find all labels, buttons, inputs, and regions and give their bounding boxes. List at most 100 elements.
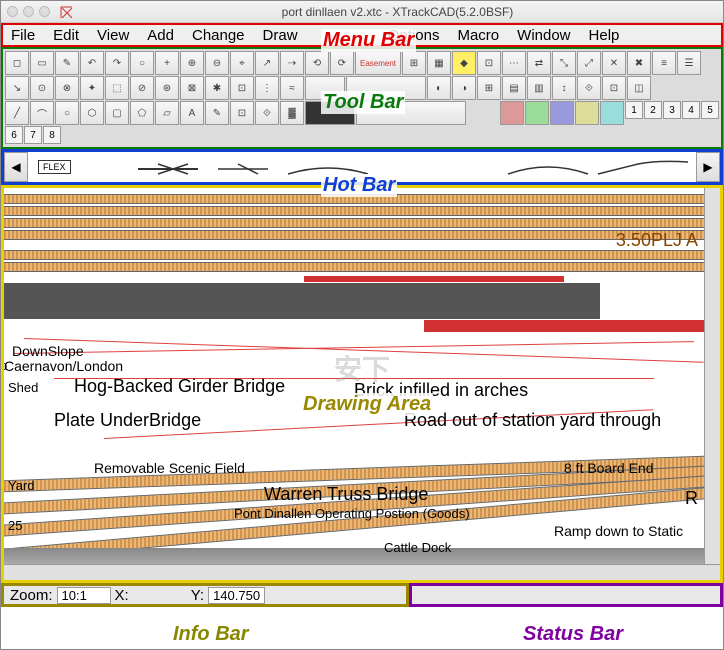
tool-button[interactable]: ▢ <box>105 101 129 125</box>
label-ramp: Ramp down to Static <box>554 523 683 539</box>
tool-button[interactable]: ⌖ <box>230 51 254 75</box>
menu-window[interactable]: Window <box>517 27 570 44</box>
tool-button[interactable]: ⋮ <box>255 76 279 100</box>
tool-button[interactable]: ↕ <box>552 76 576 100</box>
tool-button[interactable]: ⋯ <box>502 51 526 75</box>
tool-button[interactable]: ⟳ <box>330 51 354 75</box>
tool-button[interactable]: ⬠ <box>130 101 154 125</box>
tool-button[interactable]: ◻ <box>5 51 29 75</box>
tool-button[interactable]: ⊘ <box>130 76 154 100</box>
tool-button[interactable]: A <box>180 101 204 125</box>
label-hog: Hog-Backed Girder Bridge <box>74 376 285 397</box>
menu-add[interactable]: Add <box>147 27 174 44</box>
tool-button[interactable]: ☰ <box>677 51 701 75</box>
tool-button[interactable]: ↘ <box>5 76 29 100</box>
layer-2[interactable]: 2 <box>644 101 662 119</box>
tool-button[interactable]: ⤢ <box>577 51 601 75</box>
tool-button[interactable]: ▥ <box>527 76 551 100</box>
tool-button[interactable]: ▓ <box>280 101 304 125</box>
tool-button[interactable]: ⬚ <box>105 76 129 100</box>
tool-button[interactable]: ○ <box>130 51 154 75</box>
tool-button[interactable]: ⊡ <box>602 76 626 100</box>
menu-edit[interactable]: Edit <box>53 27 79 44</box>
tool-button[interactable]: ⬡ <box>80 101 104 125</box>
tool-button[interactable] <box>356 101 466 125</box>
menu-draw[interactable]: Draw <box>263 27 298 44</box>
layer-color-2[interactable] <box>525 101 549 125</box>
tool-button[interactable]: ⊡ <box>477 51 501 75</box>
tool-button[interactable] <box>305 76 345 100</box>
tool-button[interactable]: ✦ <box>80 76 104 100</box>
tool-button[interactable]: ▭ <box>30 51 54 75</box>
tool-button[interactable]: ▱ <box>155 101 179 125</box>
menu-options[interactable]: Options <box>388 27 440 44</box>
tool-button[interactable]: ⟐ <box>255 101 279 125</box>
tool-button[interactable]: ⌒ <box>30 101 54 125</box>
tool-button[interactable]: ◫ <box>627 76 651 100</box>
label-25: 25 <box>8 518 22 533</box>
zoom-dot[interactable] <box>39 6 50 17</box>
layer-4[interactable]: 4 <box>682 101 700 119</box>
tool-button[interactable]: ○ <box>55 101 79 125</box>
layer-3[interactable]: 3 <box>663 101 681 119</box>
tool-button[interactable]: ◆ <box>452 51 476 75</box>
tool-button[interactable]: ⇄ <box>527 51 551 75</box>
layer-color-1[interactable] <box>500 101 524 125</box>
layer-color-4[interactable] <box>575 101 599 125</box>
tool-button[interactable]: ✱ <box>205 76 229 100</box>
tool-button[interactable]: ⤡ <box>552 51 576 75</box>
menu-file[interactable]: File <box>11 27 35 44</box>
layer-small[interactable]: 7 <box>24 126 42 144</box>
menu-view[interactable]: View <box>97 27 129 44</box>
minimize-dot[interactable] <box>23 6 34 17</box>
tool-button[interactable]: ✕ <box>602 51 626 75</box>
menu-help[interactable]: Help <box>589 27 620 44</box>
tool-button[interactable]: ⊡ <box>230 101 254 125</box>
tool-button[interactable]: ✖ <box>627 51 651 75</box>
easement-button[interactable]: Easement <box>355 51 401 75</box>
layer-small[interactable]: 8 <box>43 126 61 144</box>
tool-button[interactable]: ▤ <box>502 76 526 100</box>
tool-button[interactable]: ⊞ <box>402 51 426 75</box>
tool-button[interactable]: ◐ <box>427 76 451 100</box>
tool-button[interactable]: ╱ <box>5 101 29 125</box>
tool-button[interactable]: ≈ <box>280 76 304 100</box>
hotbar-content[interactable]: FLEX <box>28 152 696 182</box>
close-dot[interactable] <box>7 6 18 17</box>
layer-small[interactable]: 6 <box>5 126 23 144</box>
tool-button[interactable]: + <box>155 51 179 75</box>
tool-button[interactable]: ↷ <box>105 51 129 75</box>
tool-button[interactable]: ↗ <box>255 51 279 75</box>
statusbar <box>409 583 723 607</box>
tool-button[interactable]: ⊛ <box>155 76 179 100</box>
tool-button[interactable]: ⊞ <box>477 76 501 100</box>
layer-color-3[interactable] <box>550 101 574 125</box>
menu-change[interactable]: Change <box>192 27 245 44</box>
scrollbar-vertical[interactable] <box>704 188 720 580</box>
tool-button[interactable]: ✎ <box>205 101 229 125</box>
tool-button[interactable]: ▦ <box>427 51 451 75</box>
tool-button[interactable]: ⟲ <box>305 51 329 75</box>
tool-button[interactable]: ↶ <box>80 51 104 75</box>
tool-button[interactable]: ≡ <box>652 51 676 75</box>
tool-button[interactable]: ⇢ <box>280 51 304 75</box>
tool-button[interactable]: ◑ <box>452 76 476 100</box>
tool-button[interactable]: ⊠ <box>180 76 204 100</box>
layer-5[interactable]: 5 <box>701 101 719 119</box>
scrollbar-horizontal[interactable] <box>4 564 720 580</box>
drawing-area[interactable]: 3.50PLJ A DownSlope Caernavon/London o S… <box>1 185 723 583</box>
tool-button[interactable]: ⊙ <box>30 76 54 100</box>
menu-macro[interactable]: Macro <box>457 27 499 44</box>
layer-color-5[interactable] <box>600 101 624 125</box>
hotbar-left-arrow[interactable]: ◀ <box>4 152 28 182</box>
tool-button[interactable]: ⊕ <box>180 51 204 75</box>
tool-button[interactable]: ⊡ <box>230 76 254 100</box>
menubar: File Edit View Add Change Draw Manage Op… <box>1 23 723 47</box>
tool-button[interactable]: ✎ <box>55 51 79 75</box>
tool-button[interactable] <box>346 76 426 100</box>
layer-1[interactable]: 1 <box>625 101 643 119</box>
tool-button[interactable]: ⟐ <box>577 76 601 100</box>
tool-button[interactable]: ⊖ <box>205 51 229 75</box>
tool-button[interactable] <box>305 101 355 125</box>
tool-button[interactable]: ⊗ <box>55 76 79 100</box>
